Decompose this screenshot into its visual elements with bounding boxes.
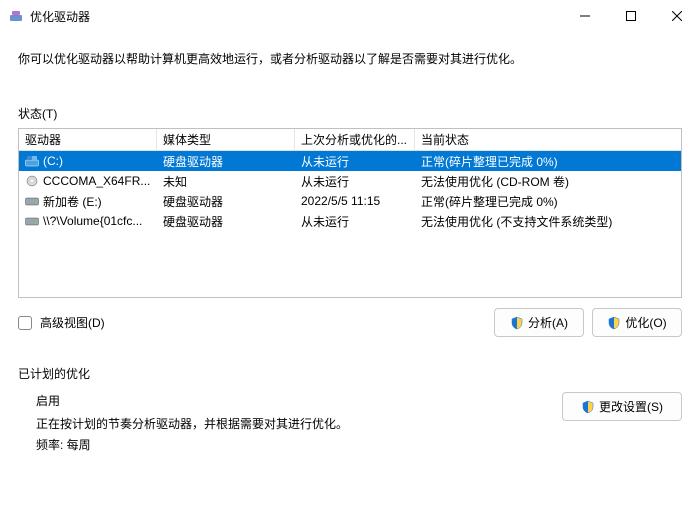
drive-state: 无法使用优化 (CD-ROM 卷): [415, 171, 681, 191]
drive-last: 从未运行: [295, 211, 415, 231]
shield-icon: [607, 316, 621, 330]
table-row[interactable]: CCCOMA_X64FR... 未知从未运行无法使用优化 (CD-ROM 卷): [19, 171, 681, 191]
optimize-label: 优化(O): [625, 314, 666, 331]
change-settings-label: 更改设置(S): [599, 398, 663, 415]
change-settings-button[interactable]: 更改设置(S): [562, 392, 682, 421]
drive-name: (C:): [43, 154, 63, 168]
minimize-button[interactable]: [562, 0, 608, 32]
col-last[interactable]: 上次分析或优化的...: [295, 129, 415, 150]
window-title: 优化驱动器: [30, 8, 90, 25]
drive-name: \\?\Volume{01cfc...: [43, 214, 142, 228]
drive-media: 硬盘驱动器: [157, 191, 295, 211]
schedule-freq: 频率: 每周: [36, 436, 562, 453]
table-row[interactable]: 新加卷 (E:) 硬盘驱动器2022/5/5 11:15正常(碎片整理已完成 0%…: [19, 191, 681, 211]
schedule-desc: 正在按计划的节奏分析驱动器，并根据需要对其进行优化。: [36, 415, 562, 432]
drive-icon: [25, 155, 39, 167]
drive-icon: [25, 195, 39, 207]
drive-media: 硬盘驱动器: [157, 151, 295, 171]
drive-media: 硬盘驱动器: [157, 211, 295, 231]
drive-last: 从未运行: [295, 171, 415, 191]
table-row[interactable]: (C:) 硬盘驱动器从未运行正常(碎片整理已完成 0%): [19, 151, 681, 171]
schedule-enabled: 启用: [36, 392, 562, 409]
drive-last: 从未运行: [295, 151, 415, 171]
shield-icon: [581, 400, 595, 414]
titlebar: 优化驱动器: [0, 0, 700, 32]
close-button[interactable]: [654, 0, 700, 32]
col-media[interactable]: 媒体类型: [157, 129, 295, 150]
app-icon: [8, 8, 24, 24]
analyze-button[interactable]: 分析(A): [494, 308, 584, 337]
status-label: 状态(T): [18, 105, 682, 122]
table-row[interactable]: \\?\Volume{01cfc... 硬盘驱动器从未运行无法使用优化 (不支持文…: [19, 211, 681, 231]
analyze-label: 分析(A): [528, 314, 568, 331]
drive-last: 2022/5/5 11:15: [295, 191, 415, 211]
drive-icon: [25, 215, 39, 227]
shield-icon: [510, 316, 524, 330]
col-drive[interactable]: 驱动器: [19, 129, 157, 150]
intro-text: 你可以优化驱动器以帮助计算机更高效地运行，或者分析驱动器以了解是否需要对其进行优…: [18, 44, 682, 79]
advanced-view-label[interactable]: 高级视图(D): [40, 314, 105, 331]
drive-name: CCCOMA_X64FR...: [43, 174, 150, 188]
advanced-view-checkbox[interactable]: [18, 316, 32, 330]
maximize-button[interactable]: [608, 0, 654, 32]
schedule-title: 已计划的优化: [18, 365, 682, 382]
drive-media: 未知: [157, 171, 295, 191]
optimize-button[interactable]: 优化(O): [592, 308, 682, 337]
drive-state: 无法使用优化 (不支持文件系统类型): [415, 211, 681, 231]
drive-table: 驱动器 媒体类型 上次分析或优化的... 当前状态 (C:)硬盘驱动器从未运行正…: [18, 128, 682, 298]
drive-icon: [25, 175, 39, 187]
drive-state: 正常(碎片整理已完成 0%): [415, 191, 681, 211]
drive-name: 新加卷 (E:): [43, 193, 102, 210]
drive-state: 正常(碎片整理已完成 0%): [415, 151, 681, 171]
col-state[interactable]: 当前状态: [415, 129, 681, 150]
table-header: 驱动器 媒体类型 上次分析或优化的... 当前状态: [19, 129, 681, 151]
